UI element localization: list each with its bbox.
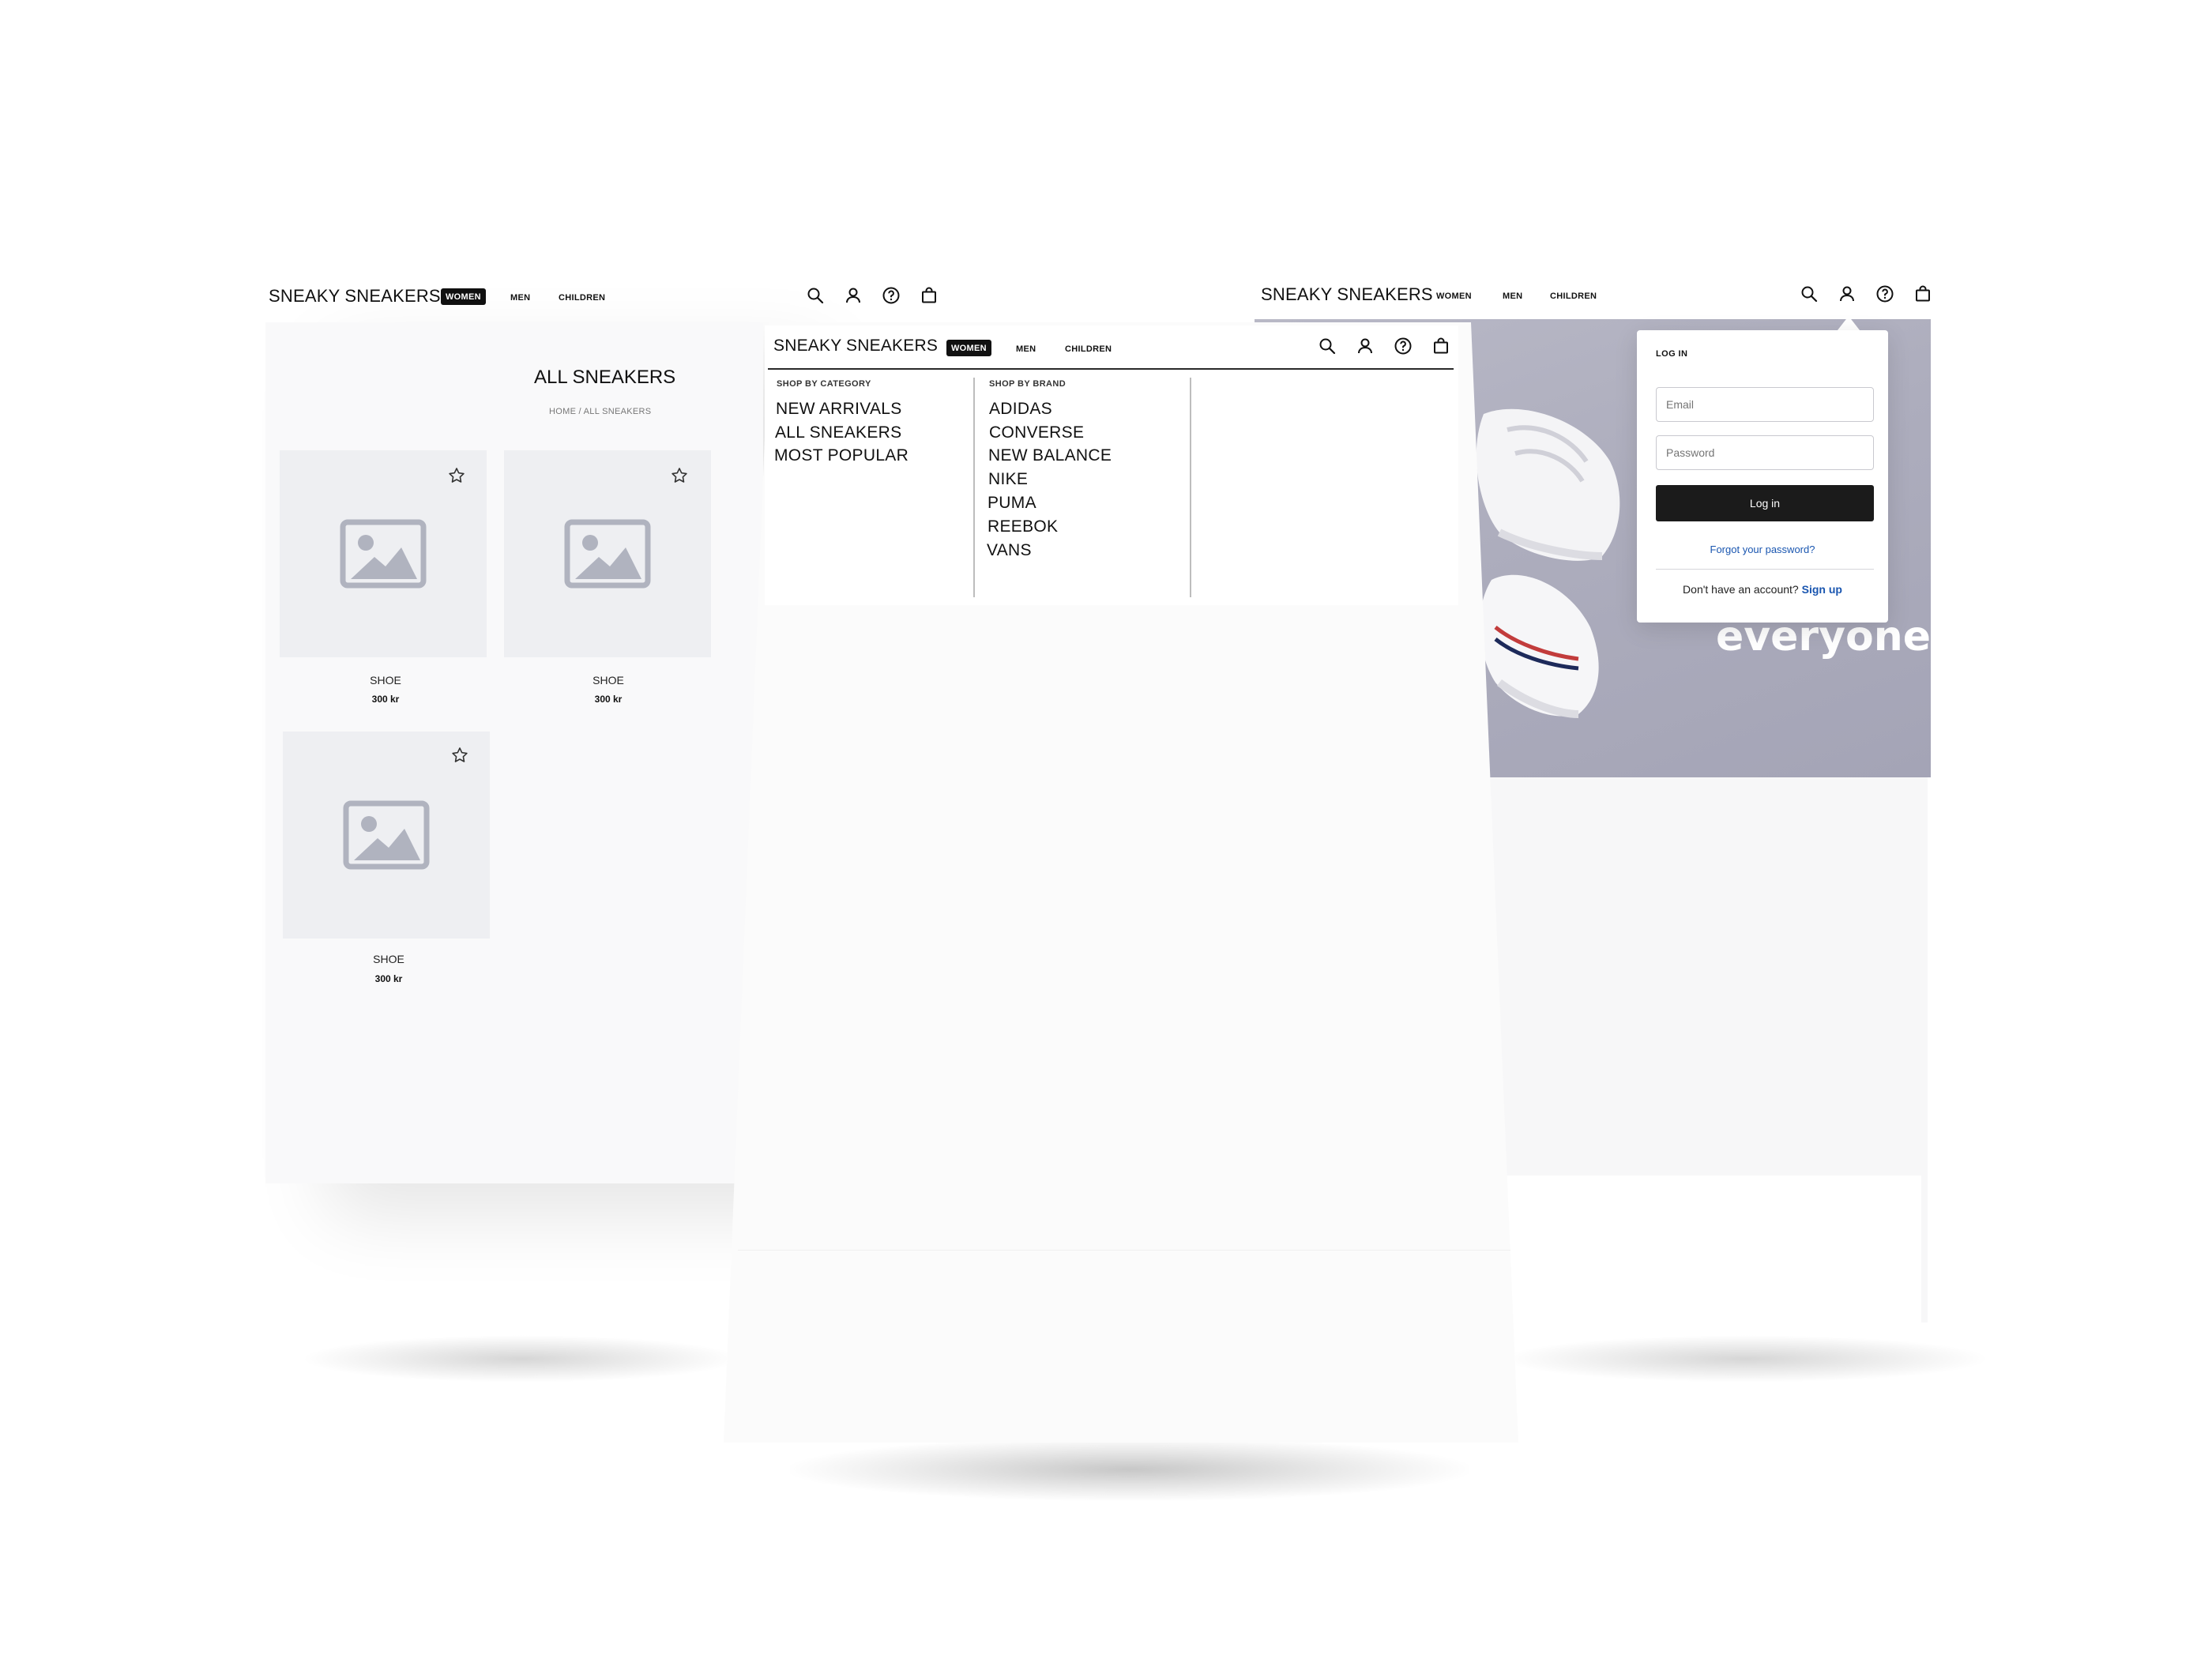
- product-image[interactable]: [504, 450, 711, 657]
- forgot-password-link[interactable]: Forgot your password?: [1637, 544, 1888, 555]
- shop-by-brand-heading: SHOP BY BRAND: [989, 379, 1066, 389]
- menu-item-new-balance[interactable]: NEW BALANCE: [988, 446, 1112, 465]
- right-logo[interactable]: SNEAKY SNEAKERS: [1261, 284, 1433, 305]
- email-field[interactable]: [1656, 387, 1874, 422]
- signup-link[interactable]: Sign up: [1802, 583, 1842, 596]
- product-price: 300 kr: [374, 973, 403, 984]
- right-nav-men[interactable]: MEN: [1503, 292, 1522, 301]
- menu-item-new-arrivals[interactable]: NEW ARRIVALS: [776, 400, 902, 419]
- help-icon[interactable]: [1394, 337, 1413, 356]
- menu-header-line: [768, 368, 1454, 370]
- product-listing-page: ALL SNEAKERS HOME / ALL SNEAKERS SHOE 30…: [265, 322, 763, 1183]
- right-footer: [1485, 1176, 1921, 1322]
- product-name[interactable]: SHOE: [346, 674, 425, 687]
- page-title: ALL SNEAKERS: [534, 367, 676, 388]
- bag-icon[interactable]: [920, 286, 939, 305]
- menu-item-most-popular[interactable]: MOST POPULAR: [774, 446, 908, 465]
- signup-row: Don't have an account? Sign up: [1637, 583, 1888, 596]
- menu-column-divider: [1190, 378, 1191, 597]
- user-icon[interactable]: [1356, 337, 1375, 356]
- login-popover-arrow: [1838, 316, 1860, 330]
- right-nav-women[interactable]: WOMEN: [1436, 292, 1472, 301]
- menu-item-all-sneakers[interactable]: ALL SNEAKERS: [775, 423, 901, 442]
- left-shadow: [300, 1335, 743, 1382]
- help-icon[interactable]: [882, 286, 901, 305]
- menu-item-vans[interactable]: VANS: [987, 541, 1032, 560]
- favorite-star-icon[interactable]: [670, 466, 689, 485]
- breadcrumb[interactable]: HOME / ALL SNEAKERS: [549, 407, 651, 416]
- image-placeholder-icon: [564, 519, 651, 589]
- center-nav-children[interactable]: CHILDREN: [1065, 344, 1112, 354]
- center-nav-women[interactable]: WOMEN: [946, 340, 991, 356]
- search-icon[interactable]: [806, 286, 825, 305]
- user-icon[interactable]: [1838, 284, 1856, 303]
- left-nav-women[interactable]: WOMEN: [441, 288, 486, 305]
- product-name[interactable]: SHOE: [349, 953, 428, 965]
- menu-item-nike[interactable]: NIKE: [988, 470, 1028, 489]
- help-icon[interactable]: [1875, 284, 1894, 303]
- product-price: 300 kr: [371, 694, 400, 705]
- favorite-star-icon[interactable]: [447, 466, 466, 485]
- divider: [1656, 569, 1874, 570]
- signup-prompt: Don't have an account?: [1683, 583, 1799, 596]
- bag-icon[interactable]: [1431, 337, 1450, 356]
- search-icon[interactable]: [1318, 337, 1337, 356]
- product-image[interactable]: [283, 732, 490, 939]
- left-footer: [276, 1185, 782, 1324]
- password-field[interactable]: [1656, 435, 1874, 470]
- product-image[interactable]: [280, 450, 487, 657]
- right-shadow: [1501, 1335, 1991, 1382]
- center-footer-divider: [738, 1250, 1510, 1251]
- menu-item-adidas[interactable]: ADIDAS: [989, 400, 1052, 419]
- login-popover: LOG IN Log in Forgot your password? Don'…: [1637, 330, 1888, 623]
- image-placeholder-icon: [343, 800, 430, 870]
- login-button[interactable]: Log in: [1656, 485, 1874, 521]
- image-placeholder-icon: [340, 519, 427, 589]
- product-name[interactable]: SHOE: [569, 674, 648, 687]
- left-nav-men[interactable]: MEN: [510, 293, 530, 303]
- center-shadow: [790, 1438, 1469, 1501]
- product-price: 300 kr: [594, 694, 623, 705]
- user-icon[interactable]: [844, 286, 863, 305]
- left-nav-children[interactable]: CHILDREN: [559, 293, 605, 303]
- center-nav-men[interactable]: MEN: [1016, 344, 1036, 354]
- center-logo[interactable]: SNEAKY SNEAKERS: [773, 337, 938, 356]
- login-title: LOG IN: [1656, 349, 1688, 359]
- search-icon[interactable]: [1800, 284, 1819, 303]
- menu-item-reebok[interactable]: REEBOK: [988, 517, 1058, 536]
- menu-item-puma[interactable]: PUMA: [988, 494, 1036, 513]
- favorite-star-icon[interactable]: [450, 746, 469, 765]
- mega-menu: SNEAKY SNEAKERS WOMEN MEN CHILDREN SHOP …: [765, 325, 1458, 605]
- bag-icon[interactable]: [1913, 284, 1932, 303]
- shop-by-category-heading: SHOP BY CATEGORY: [777, 379, 871, 389]
- menu-column-divider: [973, 378, 975, 597]
- right-nav-children[interactable]: CHILDREN: [1550, 292, 1597, 301]
- left-logo[interactable]: SNEAKY SNEAKERS: [269, 286, 441, 307]
- menu-item-converse[interactable]: CONVERSE: [989, 423, 1084, 442]
